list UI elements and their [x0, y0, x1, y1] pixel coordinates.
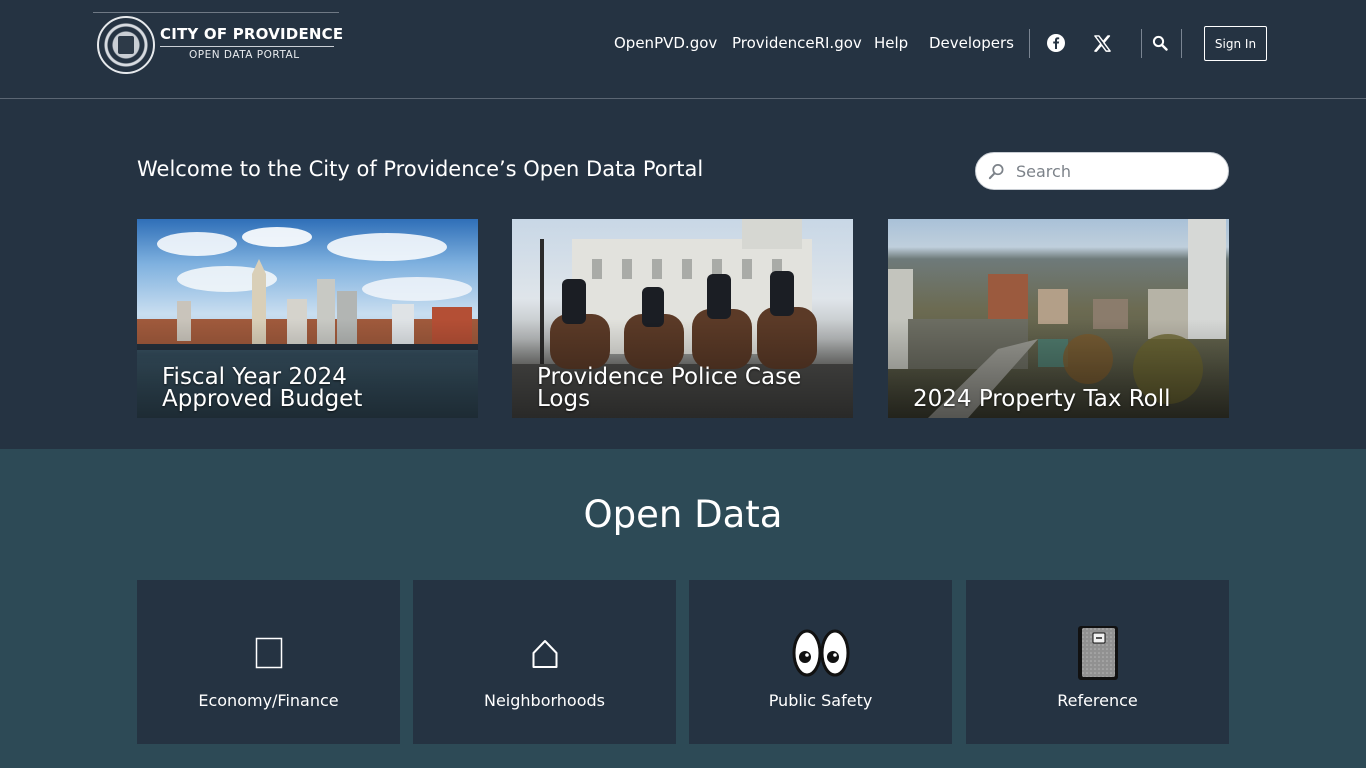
search-icon [988, 164, 1004, 180]
x-icon[interactable] [1091, 32, 1113, 54]
nav-divider [1141, 29, 1142, 58]
finance-icon [137, 628, 400, 678]
search-icon[interactable] [1151, 34, 1169, 52]
welcome-heading: Welcome to the City of Providence’s Open… [137, 157, 704, 181]
nav-link-help[interactable]: Help [874, 34, 908, 52]
site-header: CITY OF PROVIDENCE OPEN DATA PORTAL Open… [0, 0, 1366, 99]
category-reference[interactable]: Reference [966, 580, 1229, 744]
nav-link-developers[interactable]: Developers [929, 34, 1014, 52]
category-public-safety[interactable]: Public Safety [689, 580, 952, 744]
nav-divider [1181, 29, 1182, 58]
city-seal-icon [97, 16, 155, 74]
category-label: Public Safety [768, 691, 873, 710]
featured-card-police[interactable]: Providence Police Case Logs [512, 219, 853, 418]
nav-openpvd[interactable]: OpenPVD.gov [614, 30, 717, 56]
category-label: Neighborhoods [483, 691, 605, 710]
card-title: Providence Police Case Logs [537, 364, 802, 412]
nav-link-openpvd[interactable]: OpenPVD.gov [614, 34, 717, 52]
open-data-heading: Open Data [583, 493, 783, 536]
featured-card-budget[interactable]: Fiscal Year 2024 Approved Budget [137, 219, 478, 418]
nav-help[interactable]: Help [874, 30, 908, 56]
featured-card-tax-roll[interactable]: 2024 Property Tax Roll [888, 219, 1229, 418]
facebook-icon[interactable] [1045, 32, 1067, 54]
nav-divider [1029, 29, 1030, 58]
logo-subtitle: OPEN DATA PORTAL [189, 49, 300, 61]
card-title: Fiscal Year 2024 Approved Budget [162, 364, 363, 412]
nav-developers[interactable]: Developers [929, 30, 1014, 56]
book-icon [966, 626, 1229, 680]
category-label: Reference [1057, 691, 1138, 710]
sign-in-button[interactable]: Sign In [1204, 26, 1267, 61]
logo-title: CITY OF PROVIDENCE [160, 25, 344, 43]
nav-link-providenceri[interactable]: ProvidenceRI.gov [732, 34, 862, 52]
card-title: 2024 Property Tax Roll [913, 386, 1171, 412]
eyes-icon [689, 628, 952, 678]
house-icon [413, 628, 676, 678]
category-economy-finance[interactable]: Economy/Finance [137, 580, 400, 744]
logo-divider [160, 46, 334, 47]
category-label: Economy/Finance [198, 691, 339, 710]
city-logo[interactable]: CITY OF PROVIDENCE OPEN DATA PORTAL [93, 12, 343, 74]
search-input[interactable] [1016, 153, 1216, 189]
nav-providenceri[interactable]: ProvidenceRI.gov [732, 30, 862, 56]
category-neighborhoods[interactable]: Neighborhoods [413, 580, 676, 744]
search-box[interactable] [975, 152, 1229, 190]
